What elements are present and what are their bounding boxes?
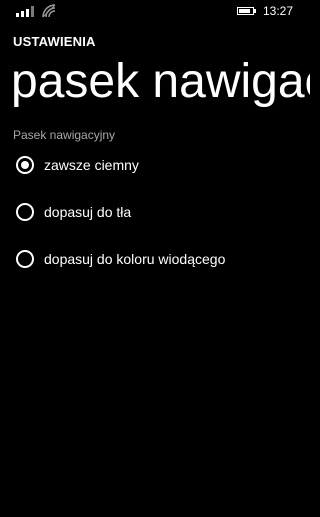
option-always-dark[interactable]: zawsze ciemny: [13, 154, 303, 180]
status-bar: 13:27: [0, 0, 310, 22]
radio-button[interactable]: [16, 203, 34, 221]
option-label: dopasuj do koloru wiodącego: [44, 251, 226, 267]
option-label: dopasuj do tła: [44, 204, 132, 220]
radio-selected-dot: [21, 161, 29, 169]
option-label: zawsze ciemny: [44, 157, 139, 173]
app-title: USTAWIENIA: [13, 34, 96, 49]
radio-button[interactable]: [16, 156, 34, 174]
page-title: pasek nawigacyjny: [11, 55, 310, 108]
battery-fill: [239, 9, 250, 13]
wifi-icon: [42, 4, 56, 18]
option-match-accent[interactable]: dopasuj do koloru wiodącego: [13, 248, 303, 274]
battery-icon: [237, 7, 256, 15]
radio-button[interactable]: [16, 250, 34, 268]
signal-strength-icon: [16, 5, 38, 17]
settings-screen: 13:27 USTAWIENIA pasek nawigacyjny Pasek…: [0, 0, 310, 517]
section-label: Pasek nawigacyjny: [13, 128, 116, 142]
option-match-background[interactable]: dopasuj do tła: [13, 201, 303, 227]
status-time: 13:27: [263, 4, 294, 18]
